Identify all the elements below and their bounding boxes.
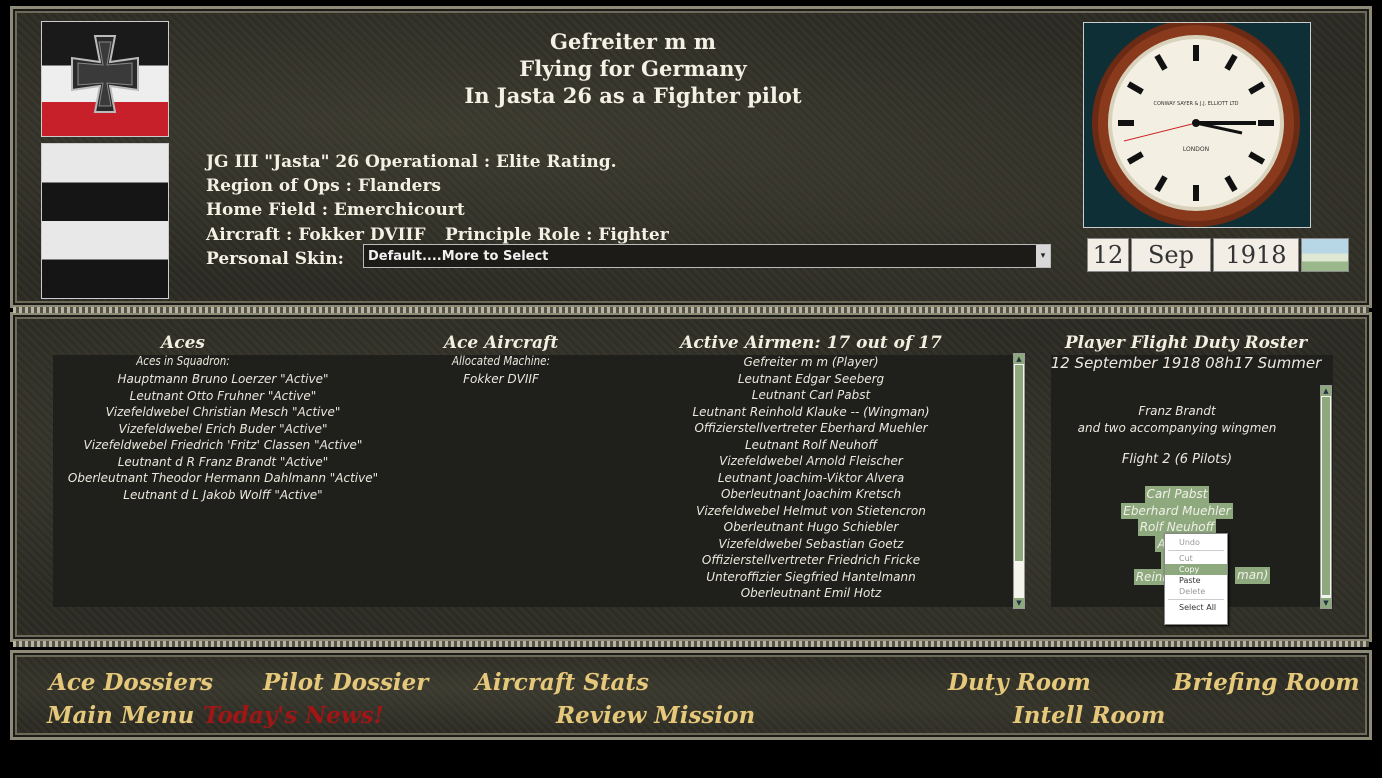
context-menu: Undo Cut Copy Paste Delete Select All bbox=[1164, 533, 1228, 625]
context-paste[interactable]: Paste bbox=[1165, 575, 1227, 586]
review-mission-link[interactable]: Review Mission bbox=[556, 702, 755, 729]
black-white-flag-icon bbox=[41, 143, 169, 299]
pilot-name: Gefreiter m m bbox=[550, 29, 716, 54]
aircraft-stats-link[interactable]: Aircraft Stats bbox=[475, 669, 649, 696]
ace-list-item: Vizefeldwebel Erich Buder "Active" bbox=[118, 421, 328, 436]
airman-list-item: Oberleutnant Joachim Kretsch bbox=[720, 487, 902, 501]
roster-pilot-tail: man) bbox=[1235, 567, 1271, 584]
airman-list-item: Oberleutnant Emil Hotz bbox=[740, 586, 882, 600]
ace-list-item: Hauptmann Bruno Loerzer "Active" bbox=[117, 372, 329, 386]
aces-list: Hauptmann Bruno Loerzer "Active" Leutnant… bbox=[53, 371, 393, 503]
context-copy[interactable]: Copy bbox=[1165, 564, 1227, 575]
airman-list-item: Leutnant Rolf Neuhoff bbox=[744, 437, 878, 452]
principle-role: Principle Role : Fighter bbox=[445, 225, 669, 245]
ace-list-item: Oberleutnant Theodor Hermann Dahlmann "A… bbox=[67, 471, 379, 485]
airmen-scrollbar[interactable]: ▲ ▼ bbox=[1013, 353, 1025, 609]
rope-divider bbox=[13, 307, 1369, 313]
aces-title: Aces bbox=[161, 333, 205, 353]
roster-leader: Franz Brandt bbox=[1138, 404, 1216, 418]
ace-list-item: Vizefeldwebel Friedrich 'Fritz' Classen … bbox=[83, 438, 363, 452]
duty-room-link[interactable]: Duty Room bbox=[948, 669, 1091, 696]
rope-divider bbox=[13, 641, 1369, 647]
menu-separator bbox=[1168, 550, 1224, 551]
aces-subtitle: Aces in Squadron: bbox=[136, 354, 230, 368]
airman-list-item: Leutnant Carl Pabst bbox=[751, 388, 871, 402]
date-month: Sep bbox=[1131, 238, 1211, 272]
airman-list-item: Leutnant Joachim-Viktor Alvera bbox=[717, 470, 905, 485]
active-airmen-title: Active Airmen: 17 out of 17 bbox=[680, 333, 942, 353]
unit-rating: JG III "Jasta" 26 Operational : Elite Ra… bbox=[206, 152, 617, 172]
ace-list-item: Leutnant d R Franz Brandt "Active" bbox=[117, 454, 329, 469]
ace-aircraft-item: Fokker DVIIF bbox=[463, 372, 539, 386]
date-day: 12 bbox=[1087, 238, 1129, 272]
pilot-unit-role: In Jasta 26 as a Fighter pilot bbox=[464, 83, 802, 108]
airman-list-item: Vizefeldwebel Helmut von Stietencron bbox=[696, 503, 926, 518]
main-menu-link[interactable]: Main Menu bbox=[47, 702, 194, 729]
context-undo[interactable]: Undo bbox=[1165, 537, 1227, 548]
roster-pilot-item[interactable]: Carl Pabst bbox=[1057, 486, 1297, 503]
aircraft-type: Aircraft : Fokker DVIIF bbox=[206, 225, 426, 245]
context-cut[interactable]: Cut bbox=[1165, 553, 1227, 564]
pilot-header-panel: Gefreiter m m Flying for Germany In Jast… bbox=[10, 6, 1372, 308]
personal-skin-value: Default....More to Select bbox=[368, 249, 549, 264]
context-delete[interactable]: Delete bbox=[1165, 586, 1227, 597]
scroll-thumb[interactable] bbox=[1322, 397, 1330, 595]
date-year: 1918 bbox=[1213, 238, 1299, 272]
pilot-dossier-link[interactable]: Pilot Dossier bbox=[263, 669, 428, 696]
scroll-up-icon[interactable]: ▲ bbox=[1014, 354, 1024, 364]
wall-clock: CONWAY SAYER & J.J. ELLIOTT LTD LONDON bbox=[1083, 19, 1311, 228]
airman-list-item: Gefreiter m m (Player) bbox=[743, 355, 879, 369]
ace-aircraft-subtitle: Allocated Machine: bbox=[451, 354, 551, 368]
context-select-all[interactable]: Select All bbox=[1165, 602, 1227, 613]
ace-aircraft-title: Ace Aircraft bbox=[443, 333, 559, 353]
ace-dossiers-link[interactable]: Ace Dossiers bbox=[49, 669, 213, 696]
roster-title: Player Flight Duty Roster bbox=[1064, 333, 1308, 353]
home-field: Home Field : Emerchicourt bbox=[206, 200, 465, 220]
roster-flight: Flight 2 (6 Pilots) bbox=[1121, 452, 1233, 467]
scroll-thumb[interactable] bbox=[1015, 365, 1023, 561]
airman-list-item: Vizefeldwebel Sebastian Goetz bbox=[718, 536, 904, 551]
airman-list-item: Offizierstellvertreter Friedrich Fricke bbox=[701, 553, 921, 567]
roster-leader-note: and two accompanying wingmen bbox=[1077, 421, 1277, 435]
ace-list-item: Leutnant d L Jakob Wolff "Active" bbox=[123, 487, 323, 502]
briefing-room-link[interactable]: Briefing Room bbox=[1173, 669, 1360, 696]
dropdown-arrow-icon[interactable]: ▾ bbox=[1036, 245, 1050, 267]
airman-list-item: Unteroffizier Siegfried Hantelmann bbox=[706, 569, 916, 584]
clock-icon: CONWAY SAYER & J.J. ELLIOTT LTD LONDON bbox=[1092, 19, 1300, 227]
region-of-ops: Region of Ops : Flanders bbox=[206, 176, 441, 196]
scroll-up-icon[interactable]: ▲ bbox=[1321, 386, 1331, 396]
roster-datetime: 12 September 1918 08h17 Summer bbox=[1050, 354, 1322, 372]
airman-list-item: Leutnant Edgar Seeberg bbox=[737, 371, 885, 386]
pilot-nation: Flying for Germany bbox=[519, 56, 747, 81]
airman-list-item: Leutnant Reinhold Klauke -- (Wingman) bbox=[692, 404, 930, 419]
intell-room-link[interactable]: Intell Room bbox=[1013, 702, 1165, 729]
airman-list-item: Offizierstellvertreter Eberhard Muehler bbox=[694, 421, 928, 435]
navigation-panel: Ace Dossiers Pilot Dossier Aircraft Stat… bbox=[10, 650, 1372, 740]
active-airmen-list: Gefreiter m m (Player) Leutnant Edgar See… bbox=[641, 354, 981, 602]
iron-cross-flag-icon bbox=[41, 21, 169, 137]
ace-list-item: Leutnant Otto Fruhner "Active" bbox=[129, 388, 317, 403]
scroll-down-icon[interactable]: ▼ bbox=[1014, 598, 1024, 608]
ace-list-item: Vizefeldwebel Christian Mesch "Active" bbox=[105, 405, 341, 419]
airman-list-item: Oberleutnant Hugo Schiebler bbox=[723, 520, 899, 534]
roster-pilot-item[interactable]: Eberhard Muehler bbox=[1057, 502, 1297, 519]
iron-cross-icon bbox=[71, 35, 139, 113]
todays-news-link[interactable]: Today's News! bbox=[203, 702, 384, 729]
menu-separator bbox=[1168, 599, 1224, 600]
clock-maker-text: CONWAY SAYER & J.J. ELLIOTT LTD bbox=[1153, 101, 1238, 107]
scroll-down-icon[interactable]: ▼ bbox=[1321, 598, 1331, 608]
ace-aircraft-list: Fokker DVIIF bbox=[411, 371, 591, 388]
personal-skin-select[interactable]: Default....More to Select ▾ bbox=[363, 244, 1051, 268]
clock-city-text: LONDON bbox=[1183, 146, 1209, 153]
weather-icon bbox=[1301, 238, 1349, 272]
airman-list-item: Vizefeldwebel Arnold Fleischer bbox=[719, 454, 903, 468]
roster-scrollbar[interactable]: ▲ ▼ bbox=[1320, 385, 1332, 609]
personal-skin-label: Personal Skin: bbox=[206, 249, 344, 269]
